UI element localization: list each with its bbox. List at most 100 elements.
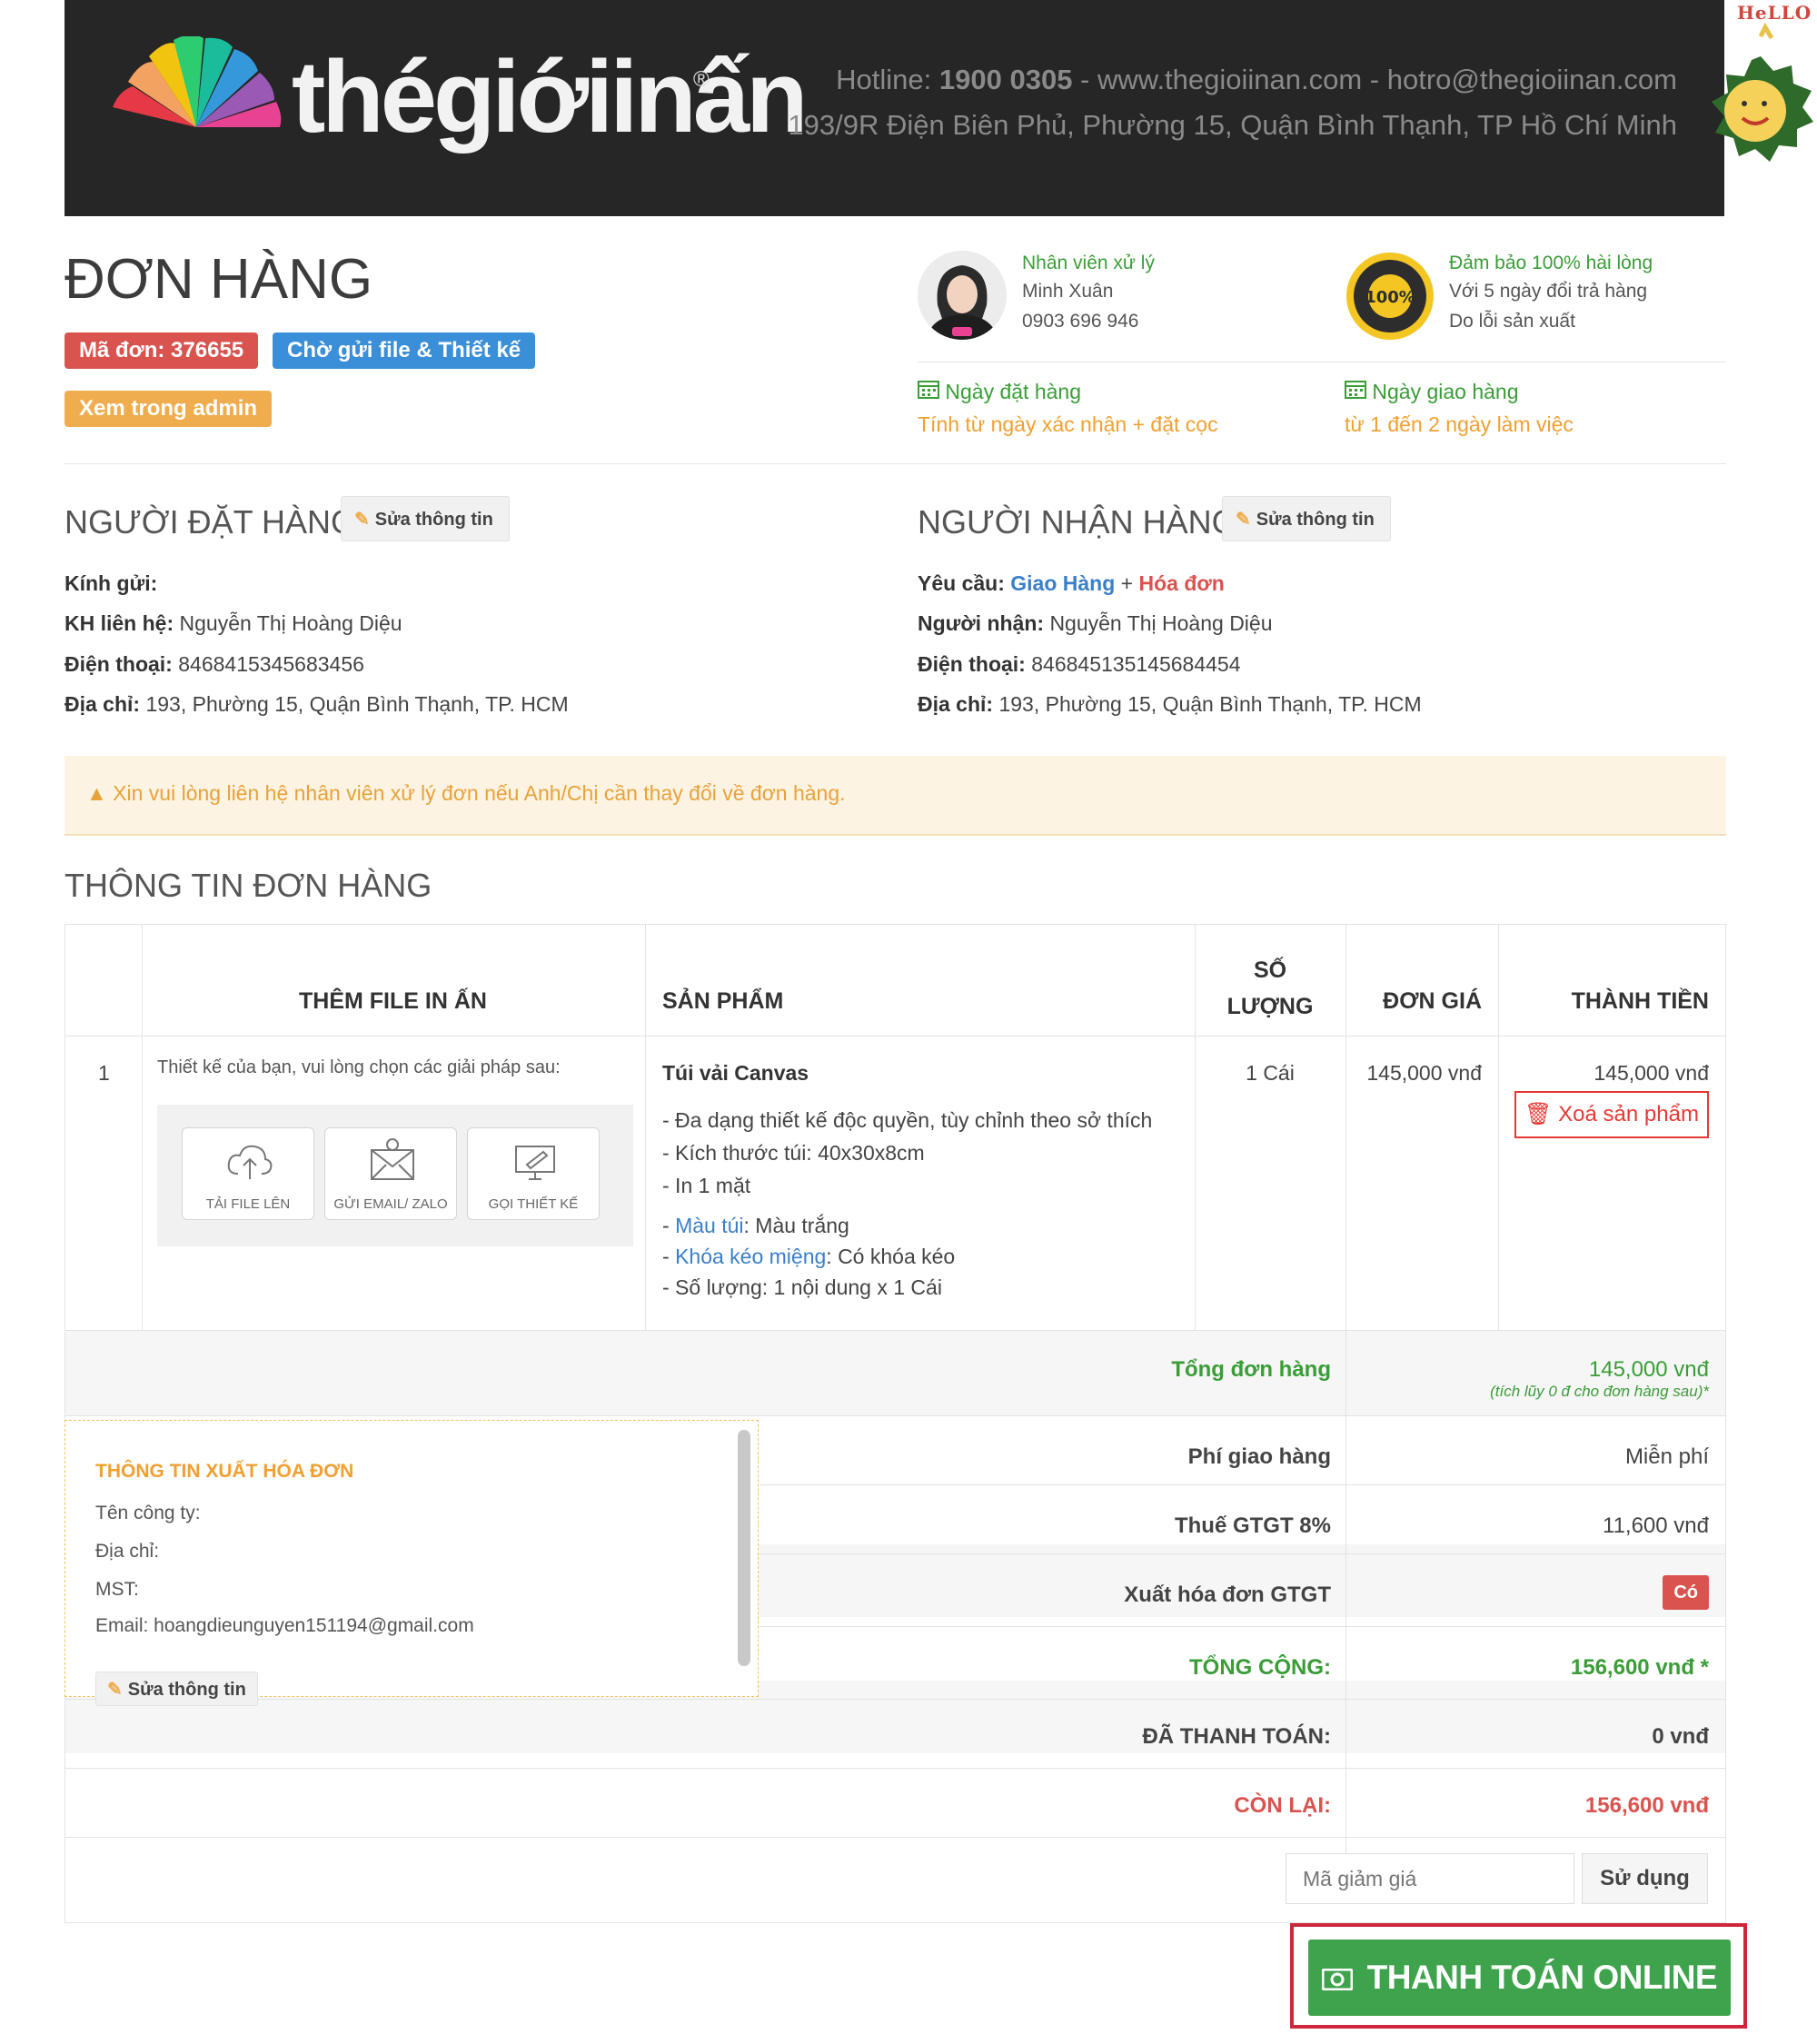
orderer-greeting: Kính gửi: xyxy=(65,571,157,596)
column-divider xyxy=(1498,925,1499,1330)
delivery-date-note: từ 1 đến 2 ngày làm việc xyxy=(1345,412,1574,436)
invoice-email: Email: hoangdieunguyen151194@gmail.com xyxy=(95,1615,474,1636)
invoice-edit-button[interactable]: ✎ Sửa thông tin xyxy=(95,1672,258,1706)
attr-value-zipper: : Có khóa kéo xyxy=(826,1245,956,1268)
brand-name: thégiớiinấn xyxy=(292,40,809,154)
product-attribute: - Khóa kéo miệng: Có khóa kéo xyxy=(662,1245,955,1269)
order-date-note: Tính từ ngày xác nhận + đặt cọc xyxy=(918,412,1218,436)
shipping-label: Phí giao hàng xyxy=(1187,1444,1331,1469)
receiver-name-label: Người nhận: xyxy=(918,611,1045,635)
view-in-admin-button[interactable]: Xem trong admin xyxy=(65,391,273,427)
badge-percent: 100% xyxy=(1365,288,1415,307)
orderer-edit-button[interactable]: ✎ Sửa thông tin xyxy=(341,496,510,541)
design-options-panel: TẢI FILE LÊN GỬI EMAIL/ ZALO GỌI THIẾT K… xyxy=(157,1105,633,1246)
vat-value: 11,600 vnđ xyxy=(1603,1513,1709,1538)
invoice-info-title: THÔNG TIN XUẤT HÓA ĐƠN xyxy=(95,1461,354,1482)
attr-value-color: : Màu trắng xyxy=(743,1214,849,1237)
attr-name-color[interactable]: Màu túi xyxy=(675,1214,743,1237)
guarantee-line-2: Do lỗi sản xuất xyxy=(1449,311,1575,332)
invoice-info-panel[interactable]: THÔNG TIN XUẤT HÓA ĐƠN Tên công ty: Địa … xyxy=(65,1420,759,1706)
product-feature: - In 1 mặt xyxy=(662,1174,751,1197)
receiver-phone: Điện thoại: 846845135145684454 xyxy=(918,652,1240,677)
address-value: 193, Phường 15, Quận Bình Thạnh, TP. HCM xyxy=(145,692,569,716)
alert-message: Xin vui lòng liên hệ nhân viên xử lý đơn… xyxy=(113,781,846,805)
receiver-edit-button[interactable]: ✎ Sửa thông tin xyxy=(1222,496,1391,541)
hotline-label: Hotline: xyxy=(836,64,932,95)
pencil-icon: ✎ xyxy=(1236,510,1251,530)
upload-file-label: TẢI FILE LÊN xyxy=(205,1196,291,1212)
registered-mark: ® xyxy=(693,67,710,92)
delivery-date-text: Ngày giao hàng xyxy=(1372,380,1519,403)
row-divider xyxy=(65,1415,1725,1416)
orderer-address: Địa chỉ: 193, Phường 15, Quận Bình Thạnh… xyxy=(65,692,569,717)
product-feature: - Đa dạng thiết kế độc quyền, tùy chỉnh … xyxy=(662,1108,1153,1132)
receiver-address-label: Địa chỉ: xyxy=(918,692,994,716)
calendar-icon xyxy=(1345,381,1366,399)
delete-product-label: Xoá sản phẩm xyxy=(1558,1102,1699,1126)
contact-label: KH liên hệ: xyxy=(65,611,174,635)
order-status-badge: Chờ gửi file & Thiết kế xyxy=(273,332,536,369)
apply-coupon-button[interactable]: Sử dụng xyxy=(1582,1853,1708,1904)
pencil-icon: ✎ xyxy=(354,510,370,530)
paid-value: 0 vnđ xyxy=(1652,1724,1709,1749)
attr-prefix: - xyxy=(662,1214,676,1237)
hotline-number[interactable]: 1900 0305 xyxy=(939,64,1073,95)
delete-product-button[interactable]: 🗑 Xoá sản phẩm xyxy=(1514,1091,1709,1138)
column-header-product: SẢN PHẨM xyxy=(662,988,784,1014)
row-divider xyxy=(65,1699,1725,1700)
header-contact-links[interactable]: - www.thegioiinan.com - hotro@thegioiina… xyxy=(1072,64,1677,95)
orderer-phone: Điện thoại: 8468415345683456 xyxy=(65,652,364,677)
row-divider xyxy=(760,1484,1725,1485)
remaining-value: 156,600 vnđ xyxy=(1584,1793,1709,1818)
staff-label: Nhân viên xử lý xyxy=(1022,253,1155,273)
grand-total-value: 156,600 vnđ * xyxy=(1570,1655,1709,1680)
paid-label: ĐÃ THANH TOÁN: xyxy=(1142,1724,1331,1749)
row-divider xyxy=(65,1036,1725,1037)
qty-header-line-1: SỐ xyxy=(1253,958,1287,983)
invoice-tax-code: MST: xyxy=(95,1579,139,1600)
phone-label: Điện thoại: xyxy=(65,652,173,676)
receiver-request: Yêu cầu: Giao Hàng + Hóa đơn xyxy=(918,571,1225,596)
coupon-code-input[interactable] xyxy=(1286,1853,1574,1904)
contact-value: Nguyễn Thị Hoàng Diệu xyxy=(179,611,402,635)
pay-online-label: THANH TOÁN ONLINE xyxy=(1366,1959,1718,1996)
remaining-label: CÒN LẠI: xyxy=(1234,1793,1331,1818)
subtotal-note: (tích lũy 0 đ cho đơn hàng sau)* xyxy=(1490,1383,1709,1400)
order-date-label: Ngày đặt hàng xyxy=(918,379,1081,404)
mascot-sun-icon xyxy=(1712,22,1813,162)
qty-header-line-2: LƯỢNG xyxy=(1226,994,1314,1019)
send-email-zalo-option[interactable]: GỬI EMAIL/ ZALO xyxy=(324,1127,457,1220)
warning-alert-text: ▲ Xin vui lòng liên hệ nhân viên xử lý đ… xyxy=(86,781,846,806)
order-info-title: THÔNG TIN ĐƠN HÀNG xyxy=(65,867,432,904)
row-divider xyxy=(760,1626,1725,1627)
item-index: 1 xyxy=(98,1061,110,1085)
request-plus: + xyxy=(1120,571,1134,595)
item-total: 145,000 vnđ xyxy=(1594,1061,1709,1085)
pay-online-button[interactable]: THANH TOÁN ONLINE xyxy=(1308,1940,1731,2016)
warning-alert: ▲ Xin vui lòng liên hệ nhân viên xử lý đ… xyxy=(65,756,1726,836)
product-quantity-note: - Số lượng: 1 nội dung x 1 Cái xyxy=(662,1275,942,1299)
design-prompt: Thiết kế của bạn, vui lòng chọn các giải… xyxy=(157,1057,561,1077)
attr-prefix: - xyxy=(662,1245,676,1268)
row-divider xyxy=(760,1553,1725,1554)
attr-name-zipper[interactable]: Khóa kéo miệng xyxy=(675,1245,826,1268)
receiver-phone-value: 846845135145684454 xyxy=(1031,652,1241,676)
column-divider xyxy=(645,925,646,1330)
guarantee-title: Đảm bảo 100% hài lòng xyxy=(1449,253,1653,273)
staff-phone[interactable]: 0903 696 946 xyxy=(1022,311,1138,332)
product-attribute: - Màu túi: Màu trắng xyxy=(662,1214,849,1238)
guarantee-line-1: Với 5 ngày đổi trả hàng xyxy=(1449,281,1648,302)
receiver-address: Địa chỉ: 193, Phường 15, Quận Bình Thạnh… xyxy=(918,692,1422,717)
warning-icon: ▲ xyxy=(86,781,107,805)
call-design-option[interactable]: GỌI THIẾT KẾ xyxy=(467,1127,600,1220)
receiver-name-value: Nguyễn Thị Hoàng Diệu xyxy=(1049,611,1273,635)
greeting-label: Kính gửi: xyxy=(65,571,158,595)
pencil-icon: ✎ xyxy=(107,1680,123,1700)
monitor-design-icon xyxy=(515,1146,555,1180)
money-icon xyxy=(1321,1968,1354,1991)
call-design-label: GỌI THIẾT KẾ xyxy=(488,1196,579,1212)
product-name: Túi vải Canvas xyxy=(662,1061,809,1085)
upload-file-option[interactable]: TẢI FILE LÊN xyxy=(182,1127,314,1220)
invoice-panel-scrollbar[interactable] xyxy=(738,1430,750,1666)
calendar-icon xyxy=(918,381,939,399)
